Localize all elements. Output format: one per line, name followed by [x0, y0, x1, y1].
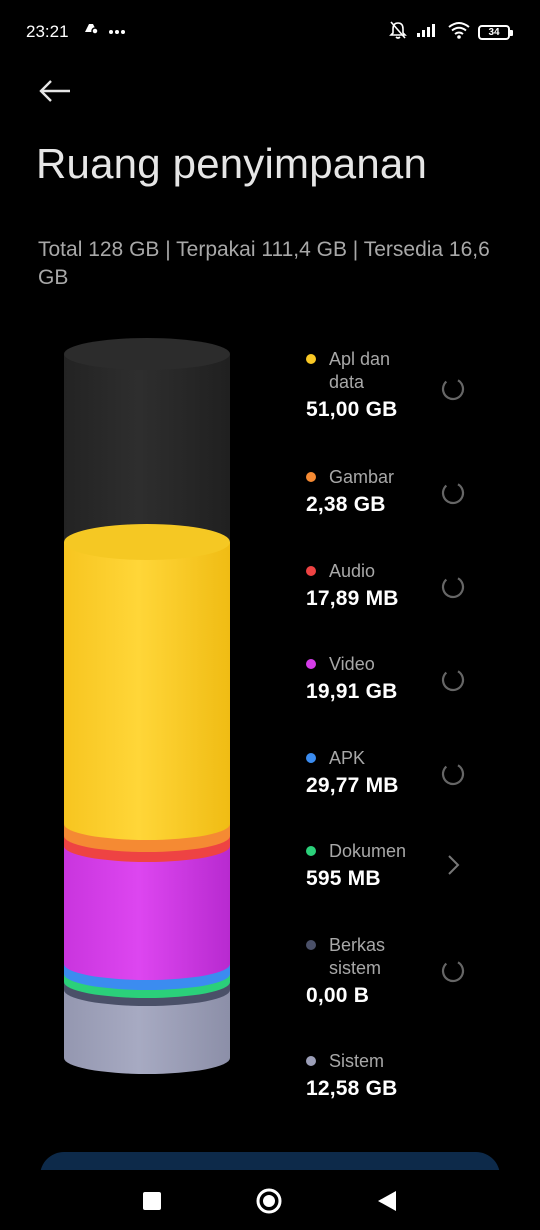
recents-button[interactable]: [137, 1186, 167, 1216]
back-arrow-button[interactable]: [30, 70, 80, 112]
legend-label: Sistem: [329, 1051, 385, 1071]
wifi-icon: [448, 21, 470, 44]
legend-dot: [306, 354, 316, 364]
segment-apl: [64, 542, 230, 840]
legend-item-audio[interactable]: Audio 17,89 MB: [306, 560, 506, 611]
square-icon: [143, 1192, 161, 1210]
loading-spinner-icon: [441, 481, 465, 505]
segment-apl-top: [64, 524, 230, 560]
loading-spinner-icon: [441, 668, 465, 692]
more-dots-icon: [108, 22, 126, 40]
legend-value: 12,58 GB: [306, 1077, 398, 1100]
legend-dot: [306, 566, 316, 576]
legend-item-gambar[interactable]: Gambar 2,38 GB: [306, 466, 506, 517]
loading-spinner-icon: [441, 959, 465, 983]
chevron-right-icon: [448, 855, 460, 875]
legend-dot: [306, 846, 316, 856]
mute-bell-icon: [388, 20, 408, 45]
drive-icon: [82, 20, 100, 41]
legend-label: Berkas sistem: [329, 935, 386, 978]
storage-cylinder: [64, 338, 230, 1074]
status-bar: 23:21 34: [0, 0, 540, 64]
loading-spinner-icon: [441, 377, 465, 401]
page-title: Ruang penyimpanan: [36, 140, 428, 187]
legend-value: 29,77 MB: [306, 774, 399, 797]
status-time: 23:21: [26, 22, 69, 41]
legend-label: Apl dan data: [329, 349, 391, 392]
legend-label: Dokumen: [329, 841, 407, 861]
legend-item-video[interactable]: Video 19,91 GB: [306, 653, 506, 704]
legend-dot: [306, 1056, 316, 1066]
legend-dot: [306, 659, 316, 669]
legend-item-apk[interactable]: APK 29,77 MB: [306, 747, 506, 798]
legend-item-sistem: Sistem 12,58 GB: [306, 1050, 506, 1101]
cylinder-top: [64, 338, 230, 370]
legend-item-dokumen[interactable]: Dokumen 595 MB: [306, 840, 506, 891]
legend-label: Gambar: [329, 467, 395, 487]
segment-free: [64, 354, 230, 542]
signal-icon: [416, 22, 440, 43]
home-button[interactable]: [254, 1186, 284, 1216]
legend-value: 595 MB: [306, 867, 381, 890]
circle-icon: [256, 1188, 282, 1214]
legend-value: 2,38 GB: [306, 493, 386, 516]
legend-value: 51,00 GB: [306, 398, 398, 421]
legend-item-apl[interactable]: Apl dan data 51,00 GB: [306, 348, 506, 422]
legend-value: 0,00 B: [306, 984, 370, 1007]
legend-value: 17,89 MB: [306, 587, 399, 610]
triangle-back-icon: [378, 1191, 396, 1211]
navigation-bar: [0, 1170, 540, 1230]
legend-item-berkas-sistem[interactable]: Berkas sistem 0,00 B: [306, 934, 506, 1008]
legend-label: APK: [329, 748, 366, 768]
loading-spinner-icon: [441, 762, 465, 786]
legend-label: Audio: [329, 561, 376, 581]
legend-dot: [306, 753, 316, 763]
legend-label: Video: [329, 654, 375, 674]
arrow-left-icon: [39, 80, 70, 102]
battery-icon: 34: [478, 25, 513, 40]
storage-summary: Total 128 GB | Terpakai 111,4 GB | Terse…: [38, 238, 490, 289]
legend-dot: [306, 472, 316, 482]
legend-value: 19,91 GB: [306, 680, 398, 703]
legend-dot: [306, 940, 316, 950]
segment-video: [64, 846, 230, 980]
back-button[interactable]: [372, 1186, 402, 1216]
loading-spinner-icon: [441, 575, 465, 599]
